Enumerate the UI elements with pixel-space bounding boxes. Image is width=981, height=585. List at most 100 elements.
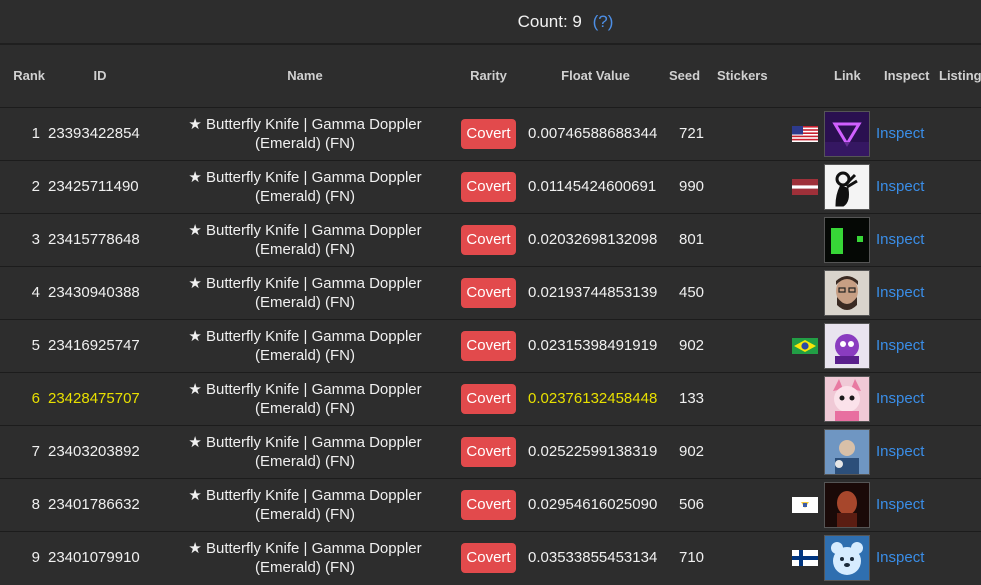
col-seed[interactable]: Seed: [669, 45, 714, 107]
float-value: 0.02954616025090: [528, 496, 658, 513]
inspect-link[interactable]: Inspect: [876, 125, 924, 142]
table-row[interactable]: 1 23393422854 ★ Butterfly Knife | Gamma Do…: [0, 107, 981, 160]
float-value: 0.01145424600691: [528, 178, 657, 195]
col-float[interactable]: Float Value: [522, 45, 669, 107]
listing-cell: [939, 266, 981, 319]
inspect-link[interactable]: Inspect: [876, 549, 924, 566]
stickers-cell: [714, 213, 824, 266]
inspect-link[interactable]: Inspect: [876, 178, 924, 195]
id-cell: 23415778648: [45, 213, 155, 266]
item-name-line2: (Emerald) (FN): [255, 558, 355, 576]
item-name-line1: ★ Butterfly Knife | Gamma Doppler: [188, 327, 422, 345]
float-value: 0.02193744853139: [528, 284, 658, 301]
finland-flag: [792, 550, 818, 567]
col-listing[interactable]: Listing: [939, 45, 981, 107]
name-cell: ★ Butterfly Knife | Gamma Doppler (Emeral…: [155, 319, 455, 372]
man-photo-avatar[interactable]: [824, 269, 870, 316]
item-id: 23416925747: [48, 337, 140, 354]
blue-bear-avatar[interactable]: [824, 534, 870, 581]
table-row[interactable]: 6 23428475707 ★ Butterfly Knife | Gamma Do…: [0, 372, 981, 425]
us-flag: [792, 126, 818, 143]
listing-cell: [939, 425, 981, 478]
rarity-badge: Covert: [461, 383, 516, 414]
stickers-cell: [714, 107, 824, 160]
name-cell: ★ Butterfly Knife | Gamma Doppler (Emeral…: [155, 478, 455, 531]
seed-cell: 506: [669, 478, 714, 531]
name-cell: ★ Butterfly Knife | Gamma Doppler (Emeral…: [155, 213, 455, 266]
seed-cell: 902: [669, 319, 714, 372]
inspect-link[interactable]: Inspect: [876, 443, 924, 460]
inspect-link[interactable]: Inspect: [876, 284, 924, 301]
rank-cell: 5: [0, 319, 45, 372]
rank-cell: 8: [0, 478, 45, 531]
seed-value: 902: [678, 443, 705, 460]
seed-value: 902: [678, 337, 705, 354]
col-rarity[interactable]: Rarity: [455, 45, 522, 107]
col-name[interactable]: Name: [155, 45, 455, 107]
item-name-line1: ★ Butterfly Knife | Gamma Doppler: [188, 486, 422, 504]
stickers-cell: [714, 531, 824, 584]
anime-character-avatar[interactable]: [824, 375, 870, 422]
seed-cell: 990: [669, 160, 714, 213]
table-row[interactable]: 8 23401786632 ★ Butterfly Knife | Gamma Do…: [0, 478, 981, 531]
table-row[interactable]: 2 23425711490 ★ Butterfly Knife | Gamma Do…: [0, 160, 981, 213]
col-rank[interactable]: Rank: [0, 45, 45, 107]
name-cell: ★ Butterfly Knife | Gamma Doppler (Emeral…: [155, 425, 455, 478]
table-row[interactable]: 7 23403203892 ★ Butterfly Knife | Gamma Do…: [0, 425, 981, 478]
float-cell: 0.02032698132098: [522, 213, 669, 266]
ok-hand-avatar[interactable]: [824, 163, 870, 210]
listing-cell: [939, 478, 981, 531]
rarity-cell: Covert: [455, 531, 522, 584]
name-cell: ★ Butterfly Knife | Gamma Doppler (Emeral…: [155, 160, 455, 213]
link-cell: Inspect: [824, 319, 939, 372]
rank-cell: 4: [0, 266, 45, 319]
stickers-cell: [714, 478, 824, 531]
listing-cell: [939, 531, 981, 584]
virgin-islands-flag: [792, 497, 818, 514]
item-name-line2: (Emerald) (FN): [255, 505, 355, 523]
table-row[interactable]: 9 23401079910 ★ Butterfly Knife | Gamma Do…: [0, 531, 981, 584]
listing-cell: [939, 319, 981, 372]
rank-value: 2: [31, 178, 40, 195]
id-cell: 23425711490: [45, 160, 155, 213]
help-link[interactable]: (?): [593, 12, 614, 31]
float-value: 0.00746588688344: [528, 125, 658, 142]
id-cell: 23416925747: [45, 319, 155, 372]
blue-person-avatar[interactable]: [824, 428, 870, 475]
name-cell: ★ Butterfly Knife | Gamma Doppler (Emeral…: [155, 107, 455, 160]
rank-value: 6: [31, 390, 40, 407]
item-name-line2: (Emerald) (FN): [255, 187, 355, 205]
rank-value: 9: [31, 549, 40, 567]
inspect-link[interactable]: Inspect: [876, 390, 924, 407]
col-link[interactable]: Link: [824, 45, 884, 107]
red-portrait-avatar[interactable]: [824, 481, 870, 528]
float-value: 0.02315398491919: [528, 337, 658, 354]
float-value: 0.02522599138319: [528, 443, 658, 460]
listing-cell: [939, 372, 981, 425]
inspect-link[interactable]: Inspect: [876, 231, 924, 248]
rarity-badge: Covert: [461, 171, 516, 202]
item-name-line1: ★ Butterfly Knife | Gamma Doppler: [188, 274, 422, 292]
seed-cell: 450: [669, 266, 714, 319]
inspect-link[interactable]: Inspect: [876, 496, 924, 513]
table-row[interactable]: 3 23415778648 ★ Butterfly Knife | Gamma Do…: [0, 213, 981, 266]
col-stickers[interactable]: Stickers: [714, 45, 824, 107]
col-id[interactable]: ID: [45, 45, 155, 107]
link-cell: Inspect: [824, 531, 939, 584]
purple-character-avatar[interactable]: [824, 322, 870, 369]
neon-triangle-avatar[interactable]: [824, 110, 870, 157]
item-name-line2: (Emerald) (FN): [255, 134, 355, 152]
table-row[interactable]: 4 23430940388 ★ Butterfly Knife | Gamma Do…: [0, 266, 981, 319]
rarity-badge: Covert: [461, 489, 516, 520]
green-game-avatar[interactable]: [824, 216, 870, 263]
inspect-link[interactable]: Inspect: [876, 337, 924, 354]
float-cell: 0.00746588688344: [522, 107, 669, 160]
id-cell: 23393422854: [45, 107, 155, 160]
seed-value: 990: [678, 178, 705, 195]
float-value: 0.02032698132098: [528, 231, 658, 248]
float-cell: 0.01145424600691: [522, 160, 669, 213]
rarity-cell: Covert: [455, 478, 522, 531]
col-inspect[interactable]: Inspect: [884, 45, 939, 107]
table-row[interactable]: 5 23416925747 ★ Butterfly Knife | Gamma Do…: [0, 319, 981, 372]
seed-value: 721: [678, 125, 705, 142]
